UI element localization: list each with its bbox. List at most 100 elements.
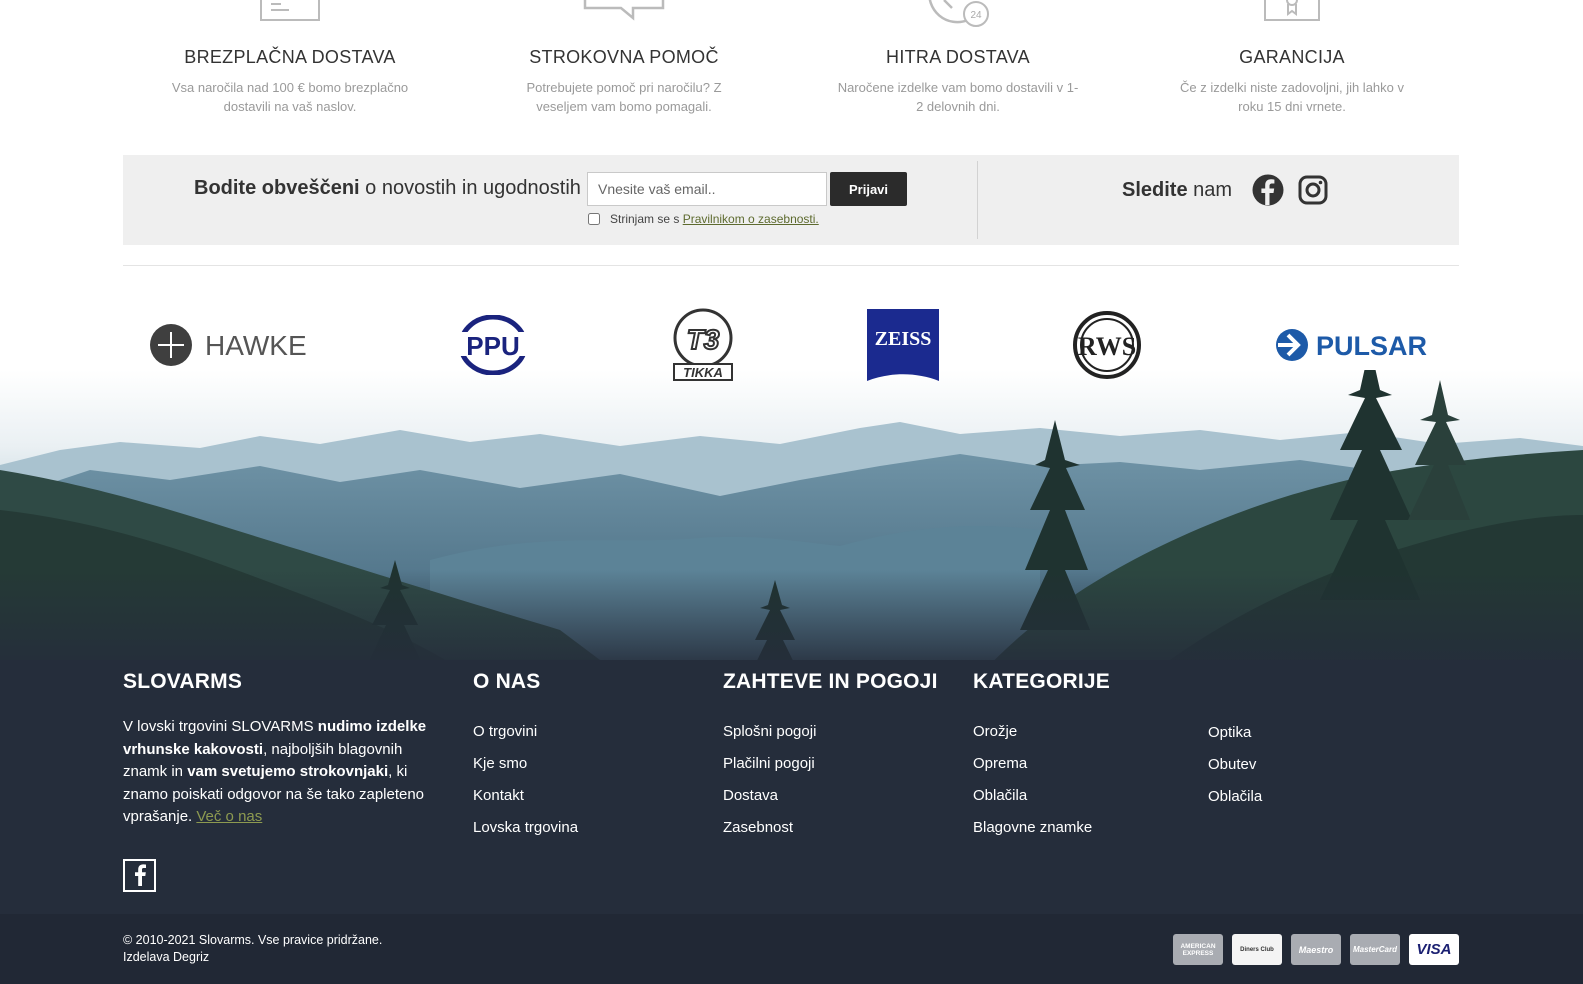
footer-link-lovska-trgovina[interactable]: Lovska trgovina: [473, 812, 578, 844]
feature-text: Če z izdelki niste zadovoljni, jih lahko…: [1180, 80, 1404, 114]
footer-col-title: O NAS: [473, 670, 541, 693]
footer-about: SLOVARMS V lovski trgovini SLOVARMS nudi…: [123, 670, 428, 892]
amex-icon: AMERICAN EXPRESS: [1173, 934, 1223, 965]
clock-24-icon: 24: [928, 0, 989, 27]
footer-link-splosni-pogoji[interactable]: Splošni pogoji: [723, 716, 938, 748]
feature-expert-help: STROKOVNA POMOČ Potrebujete pomoč pri na…: [457, 0, 791, 130]
divider: [977, 161, 978, 239]
diners-club-icon: Diners Club: [1232, 934, 1282, 965]
footer-link-orozje[interactable]: Orožje: [973, 716, 1110, 748]
follow-us-rest: nam: [1187, 178, 1233, 201]
bottom-bar: © 2010-2021 Slovarms. Vse pravice pridrž…: [0, 914, 1583, 984]
follow-us-label: Sledite nam: [1122, 179, 1232, 202]
footer-link-oblacila[interactable]: Oblačila: [973, 780, 1110, 812]
footer-link-dostava[interactable]: Dostava: [723, 780, 938, 812]
landscape-background: [0, 370, 1583, 675]
visa-label: VISA: [1416, 941, 1452, 958]
newsletter-title: Bodite obveščeni o novostih in ugodnosti…: [194, 177, 581, 200]
about-text-bold: vam svetujemo strokovnjaki: [187, 763, 389, 780]
footer-link-o-trgovini[interactable]: O trgovini: [473, 716, 578, 748]
diners-label: Diners Club: [1240, 946, 1274, 953]
instagram-icon[interactable]: [1298, 175, 1328, 205]
svg-text:T3: T3: [686, 324, 719, 355]
newsletter-title-rest: o novostih in ugodnostih: [359, 177, 581, 199]
footer-facebook-button[interactable]: [123, 858, 156, 892]
footer-link-optika[interactable]: Optika: [1208, 717, 1262, 749]
feature-title: BREZPLAČNA DOSTAVA: [184, 47, 396, 67]
footer-col-pogoji: ZAHTEVE IN POGOJI Splošni pogoji Plačiln…: [723, 670, 938, 844]
rws-logo: RWS: [1072, 311, 1141, 379]
brand-logo-pulsar[interactable]: PULSAR: [1274, 308, 1439, 383]
tikka-logo: T3 TIKKA: [672, 308, 733, 381]
brands-row: HAWKE PPU T3 TIKKA ZEISS RWS PULSAR: [123, 305, 1459, 385]
footer-col-title: KATEGORIJE: [973, 670, 1110, 693]
footer-link-placilni-pogoji[interactable]: Plačilni pogoji: [723, 748, 938, 780]
footer-link-kje-smo[interactable]: Kje smo: [473, 748, 578, 780]
feature-text: Potrebujete pomoč pri naročilu? Z veselj…: [526, 80, 722, 114]
privacy-policy-link[interactable]: Pravilnikom o zasebnosti.: [683, 212, 819, 226]
footer-link-zasebnost[interactable]: Zasebnost: [723, 812, 938, 844]
ppu-logo: PPU: [450, 315, 537, 375]
feature-text: Vsa naročila nad 100 € bomo brezplačno d…: [171, 80, 409, 114]
about-text-part: V lovski trgovini SLOVARMS: [123, 718, 318, 735]
feature-free-delivery: BREZPLAČNA DOSTAVA Vsa naročila nad 100 …: [123, 0, 457, 130]
footer-link-blagovne-znamke[interactable]: Blagovne znamke: [973, 812, 1110, 844]
hawke-logo: HAWKE: [150, 324, 307, 366]
footer-about-title: SLOVARMS: [123, 670, 243, 693]
newsletter-band: Bodite obveščeni o novostih in ugodnosti…: [123, 155, 1459, 245]
brand-logo-rws[interactable]: RWS: [1072, 308, 1142, 383]
brand-logo-tikka[interactable]: T3 TIKKA: [671, 308, 735, 383]
features-row: BREZPLAČNA DOSTAVA Vsa naročila nad 100 …: [123, 0, 1459, 130]
footer-link-kontakt[interactable]: Kontakt: [473, 780, 578, 812]
privacy-consent-text: Strinjam se s: [610, 212, 683, 226]
pulsar-logo: PULSAR: [1275, 329, 1427, 361]
credit-text: Izdelava Degriz: [123, 950, 210, 964]
footer-link-obutev[interactable]: Obutev: [1208, 749, 1262, 781]
footer: SLOVARMS V lovski trgovini SLOVARMS nudi…: [0, 660, 1583, 914]
copyright: © 2010-2021 Slovarms. Vse pravice pridrž…: [123, 932, 382, 966]
tikka-wordmark: TIKKA: [683, 365, 723, 380]
footer-col-kategorije: KATEGORIJE Orožje Oprema Oblačila Blagov…: [973, 670, 1110, 844]
privacy-consent-checkbox[interactable]: [588, 213, 600, 225]
newsletter-email-input[interactable]: [587, 172, 827, 206]
payment-methods: AMERICAN EXPRESS Diners Club Maestro Mas…: [1173, 934, 1459, 965]
visa-icon: VISA: [1409, 934, 1459, 965]
mastercard-label: MasterCard: [1352, 945, 1397, 954]
copyright-text: © 2010-2021 Slovarms. Vse pravice pridrž…: [123, 933, 383, 947]
maestro-label: Maestro: [1298, 944, 1334, 955]
more-about-us-link[interactable]: Več o nas: [196, 808, 262, 825]
footer-link-oblacila-2[interactable]: Oblačila: [1208, 781, 1262, 813]
footer-col-kategorije-2: Optika Obutev Oblačila: [1208, 717, 1262, 813]
newsletter-submit-button[interactable]: Prijavi: [830, 172, 907, 206]
brand-logo-hawke[interactable]: HAWKE: [148, 308, 316, 383]
pulsar-wordmark: PULSAR: [1316, 331, 1427, 361]
follow-us-bold: Sledite: [1122, 178, 1188, 201]
rws-wordmark: RWS: [1077, 332, 1135, 361]
footer-link-oprema[interactable]: Oprema: [973, 748, 1110, 780]
ppu-wordmark: PPU: [467, 331, 520, 361]
section-divider: [123, 265, 1459, 266]
chat-icon: [583, 0, 665, 21]
brand-logo-ppu[interactable]: PPU: [448, 308, 538, 383]
feature-warranty: GARANCIJA Če z izdelki niste zadovoljni,…: [1125, 0, 1459, 130]
feature-fast-delivery: 24 HITRA DOSTAVA Naročene izdelke vam bo…: [791, 0, 1125, 130]
feature-title: GARANCIJA: [1239, 47, 1345, 67]
svg-text:24: 24: [970, 10, 982, 21]
footer-col-o-nas: O NAS O trgovini Kje smo Kontakt Lovska …: [473, 670, 578, 844]
hawke-wordmark: HAWKE: [205, 330, 307, 361]
feature-text: Naročene izdelke vam bomo dostavili v 1-…: [837, 80, 1079, 114]
zeiss-logo: ZEISS: [867, 309, 940, 381]
brand-logo-zeiss[interactable]: ZEISS: [867, 308, 940, 383]
zeiss-wordmark: ZEISS: [875, 328, 932, 350]
footer-about-text: V lovski trgovini SLOVARMS nudimo izdelk…: [123, 716, 428, 829]
document-icon: [260, 0, 320, 21]
privacy-consent: Strinjam se s Pravilnikom o zasebnosti.: [588, 212, 819, 226]
feature-title: HITRA DOSTAVA: [886, 47, 1030, 67]
certificate-icon: [1264, 0, 1320, 21]
facebook-icon[interactable]: [1252, 174, 1284, 206]
follow-us: Sledite nam: [1122, 174, 1328, 206]
maestro-icon: Maestro: [1291, 934, 1341, 965]
mastercard-icon: MasterCard: [1350, 934, 1400, 965]
newsletter-title-bold: Bodite obveščeni: [194, 177, 360, 199]
facebook-icon: [134, 864, 146, 886]
